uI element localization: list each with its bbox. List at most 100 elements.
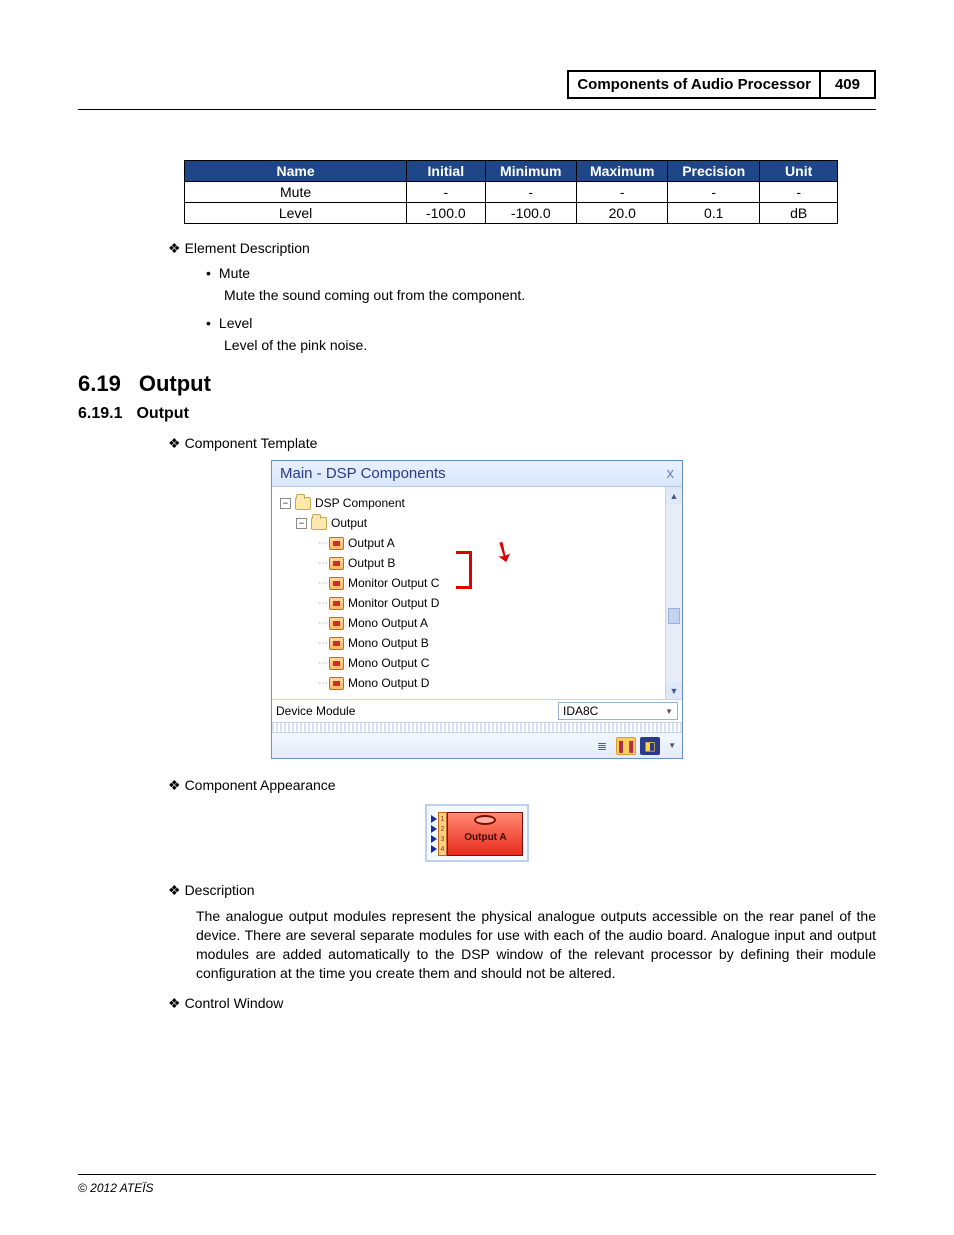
control-window-heading: Control Window: [168, 995, 876, 1012]
collapse-icon[interactable]: −: [280, 498, 291, 509]
large-icons-view-icon[interactable]: ❚❚: [616, 737, 636, 755]
component-icon: [329, 577, 344, 590]
tree-connector-icon: ⋯: [318, 638, 327, 649]
cell-maximum: -: [577, 182, 668, 203]
collapse-icon[interactable]: −: [296, 518, 307, 529]
tree-item-label: Mono Output A: [348, 616, 428, 630]
port-icon: [431, 845, 437, 853]
section-number: 6.19: [78, 371, 121, 397]
tree-connector-icon: ⋯: [318, 678, 327, 689]
parameters-table: Name Initial Minimum Maximum Precision U…: [184, 160, 838, 224]
window-toolbar: ≣ ❚❚ ◧ ▼: [272, 732, 682, 758]
port-number: 1: [441, 816, 445, 823]
input-ports: [430, 812, 438, 856]
tree-connector-icon: ⋯: [318, 598, 327, 609]
close-icon[interactable]: x: [667, 465, 675, 482]
component-icon: [329, 677, 344, 690]
scroll-down-icon[interactable]: ▼: [666, 682, 682, 699]
bullet-level: Level: [206, 315, 876, 331]
cell-initial: -100.0: [407, 203, 485, 224]
header-title: Components of Audio Processor: [567, 70, 819, 99]
component-tree[interactable]: − DSP Component − Output ⋯ Output A ⋯ Outp…: [272, 487, 665, 699]
tree-connector-icon: ⋯: [318, 618, 327, 629]
tree-item-monitor-output-d[interactable]: ⋯Monitor Output D: [278, 593, 661, 613]
folder-icon: [311, 517, 327, 530]
window-titlebar: Main - DSP Components x: [272, 461, 682, 487]
tree-connector-icon: ⋯: [318, 578, 327, 589]
section-heading: 6.19 Output: [78, 371, 876, 397]
page: Components of Audio Processor 409 Name I…: [0, 0, 954, 1235]
col-minimum: Minimum: [485, 161, 576, 182]
tree-item-label: Output A: [348, 536, 395, 550]
component-icon: [329, 657, 344, 670]
component-icon: [329, 617, 344, 630]
component-label: Output A: [464, 832, 506, 843]
tree-item-mono-output-d[interactable]: ⋯ Mono Output D: [278, 673, 661, 693]
tree-item-mono-output-b[interactable]: ⋯ Mono Output B: [278, 633, 661, 653]
list-view-icon[interactable]: ≣: [592, 737, 612, 755]
output-component: 1 2 3 4 Output A: [425, 804, 530, 862]
component-icon: [329, 537, 344, 550]
header-page-number: 409: [819, 70, 876, 99]
port-number: 4: [441, 846, 445, 853]
tree-item-mono-output-a[interactable]: ⋯ Mono Output A: [278, 613, 661, 633]
folder-icon: [295, 497, 311, 510]
tree-item-mono-output-c[interactable]: ⋯Mono Output C: [278, 653, 661, 673]
mute-description: Mute the sound coming out from the compo…: [224, 287, 876, 303]
description-heading: Description: [168, 882, 876, 899]
component-icon: [329, 597, 344, 610]
scrollbar-thumb[interactable]: [668, 608, 680, 624]
tree-item-label: Mono Output B: [348, 636, 429, 650]
port-icon: [431, 835, 437, 843]
component-body: Output A: [447, 812, 523, 856]
window-title: Main - DSP Components: [280, 465, 446, 482]
details-view-icon[interactable]: ◧: [640, 737, 660, 755]
tree-item-label: Mono Output D: [348, 676, 429, 690]
subsection-title: Output: [136, 405, 188, 423]
port-icon: [431, 815, 437, 823]
col-maximum: Maximum: [577, 161, 668, 182]
tree-item-output-a[interactable]: ⋯ Output A: [278, 533, 661, 553]
page-header: Components of Audio Processor 409: [78, 70, 876, 110]
vertical-scrollbar[interactable]: ▲ ▼: [665, 487, 682, 699]
cell-unit: -: [759, 182, 837, 203]
subsection-number: 6.19.1: [78, 405, 122, 423]
tree-connector-icon: ⋯: [318, 558, 327, 569]
device-module-row: Device Module IDA8C ▼: [272, 699, 682, 722]
cell-initial: -: [407, 182, 485, 203]
subsection-heading: 6.19.1 Output: [78, 405, 876, 423]
highlight-bracket-icon: [456, 551, 472, 589]
port-icon: [431, 825, 437, 833]
col-unit: Unit: [759, 161, 837, 182]
port-number: 2: [441, 826, 445, 833]
element-description-heading: Element Description: [168, 240, 876, 257]
cell-minimum: -100.0: [485, 203, 576, 224]
component-icon: [329, 557, 344, 570]
component-ring-icon: [474, 815, 496, 825]
chevron-down-icon[interactable]: ▼: [664, 741, 676, 750]
device-module-select[interactable]: IDA8C ▼: [558, 702, 678, 720]
port-number: 3: [441, 836, 445, 843]
col-precision: Precision: [668, 161, 759, 182]
component-appearance-heading: Component Appearance: [168, 777, 876, 794]
cell-unit: dB: [759, 203, 837, 224]
page-footer: © 2012 ATEÏS: [78, 1174, 876, 1195]
cell-precision: 0.1: [668, 203, 759, 224]
cell-minimum: -: [485, 182, 576, 203]
table-row: Mute - - - - -: [185, 182, 838, 203]
component-template-heading: Component Template: [168, 435, 876, 452]
bullet-mute: Mute: [206, 265, 876, 281]
cell-name: Mute: [185, 182, 407, 203]
tree-connector-icon: ⋯: [318, 538, 327, 549]
chevron-down-icon: ▼: [665, 707, 677, 716]
tree-group-output[interactable]: − Output: [278, 513, 661, 533]
tree-root[interactable]: − DSP Component: [278, 493, 661, 513]
scroll-up-icon[interactable]: ▲: [666, 487, 682, 504]
col-name: Name: [185, 161, 407, 182]
tree-root-label: DSP Component: [315, 496, 405, 510]
resize-grip[interactable]: [272, 722, 682, 732]
col-initial: Initial: [407, 161, 485, 182]
section-title: Output: [139, 371, 211, 397]
level-description: Level of the pink noise.: [224, 337, 876, 353]
description-paragraph: The analogue output modules represent th…: [196, 907, 876, 983]
